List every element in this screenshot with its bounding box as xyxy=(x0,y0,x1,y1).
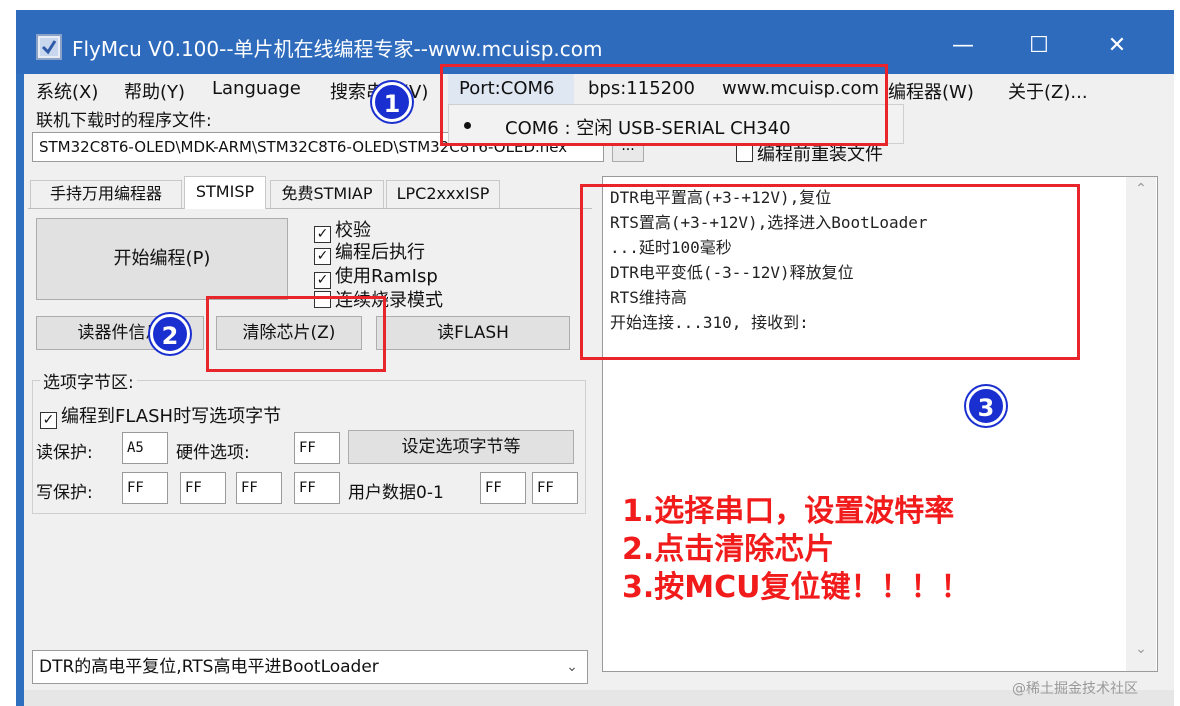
close-button[interactable]: ✕ xyxy=(1094,26,1140,66)
write-protect-field-3[interactable]: FF xyxy=(236,472,282,504)
program-file-label: 联机下载时的程序文件: xyxy=(36,111,212,131)
start-programming-button[interactable]: 开始编程(P) xyxy=(36,218,288,300)
use-ramisp-label: 使用RamIsp xyxy=(335,266,438,287)
write-protect-label: 写保护: xyxy=(36,483,93,503)
tab-strip-line xyxy=(28,208,592,209)
hardware-option-label: 硬件选项: xyxy=(176,443,250,463)
reset-mode-value: DTR的高电平复位,RTS高电平进BootLoader xyxy=(39,657,379,677)
instruction-step-3: 3.按MCU复位键！！！！ xyxy=(622,570,971,605)
tab-lpc2xxxisp[interactable]: LPC2xxxISP xyxy=(386,180,500,208)
menu-language[interactable]: Language xyxy=(212,78,301,99)
user-data-field-0[interactable]: FF xyxy=(480,472,526,504)
write-protect-field-4[interactable]: FF xyxy=(294,472,340,504)
write-protect-field-1[interactable]: FF xyxy=(122,472,168,504)
read-protect-label: 读保护: xyxy=(36,443,93,463)
step-badge-1: 1 xyxy=(372,82,412,122)
read-protect-field[interactable]: A5 xyxy=(122,432,168,464)
option-bytes-group-label: 选项字节区: xyxy=(40,368,137,393)
watermark: @稀土掘金技术社区 xyxy=(1012,681,1138,697)
menu-system[interactable]: 系统(X) xyxy=(36,78,98,104)
log-scrollbar[interactable]: ⌃ ⌄ xyxy=(1126,177,1156,671)
menu-about[interactable]: 关于(Z)... xyxy=(1008,78,1088,104)
tab-handheld-programmer[interactable]: 手持万用编程器 xyxy=(30,180,182,208)
annotation-box-log xyxy=(580,184,1080,360)
minimize-button[interactable]: — xyxy=(940,26,986,66)
user-data-field-1[interactable]: FF xyxy=(532,472,578,504)
checkbox-box xyxy=(736,145,753,162)
annotation-box-port xyxy=(440,64,888,146)
step-badge-2: 2 xyxy=(150,314,190,354)
write-option-bytes-checkbox[interactable]: ✓ 编程到FLASH时写选项字节 xyxy=(40,402,281,429)
menu-help[interactable]: 帮助(Y) xyxy=(124,78,185,104)
annotation-box-erase xyxy=(206,296,386,372)
write-protect-field-2[interactable]: FF xyxy=(180,472,226,504)
run-after-program-label: 编程后执行 xyxy=(335,242,425,263)
read-flash-button[interactable]: 读FLASH xyxy=(376,316,570,350)
set-option-bytes-button[interactable]: 设定选项字节等 xyxy=(348,430,574,464)
scroll-down-icon[interactable]: ⌄ xyxy=(1126,641,1156,657)
hardware-option-field[interactable]: FF xyxy=(294,432,340,464)
window-title: FlyMcu V0.100--单片机在线编程专家--www.mcuisp.com xyxy=(72,37,603,61)
tab-free-stmiap[interactable]: 免费STMIAP xyxy=(270,180,384,208)
user-data-label: 用户数据0-1 xyxy=(348,483,444,503)
run-after-program-checkbox[interactable]: ✓ 编程后执行 xyxy=(314,238,425,265)
use-ramisp-checkbox[interactable]: ✓ 使用RamIsp xyxy=(314,262,438,289)
menu-programmer[interactable]: 编程器(W) xyxy=(888,78,974,104)
status-bar xyxy=(24,690,1174,706)
write-option-bytes-label: 编程到FLASH时写选项字节 xyxy=(61,406,282,427)
chevron-down-icon[interactable]: ⌄ xyxy=(557,651,587,683)
maximize-button[interactable]: ☐ xyxy=(1016,26,1062,66)
app-icon xyxy=(36,34,62,60)
reload-before-program-label: 编程前重装文件 xyxy=(757,144,883,165)
scroll-up-icon[interactable]: ⌃ xyxy=(1126,181,1156,197)
step-badge-3: 3 xyxy=(966,386,1006,426)
reset-mode-select[interactable]: DTR的高电平复位,RTS高电平进BootLoader ⌄ xyxy=(32,650,588,684)
checkmark-icon: ✓ xyxy=(40,412,57,429)
tab-stmisp[interactable]: STMISP xyxy=(184,176,266,209)
